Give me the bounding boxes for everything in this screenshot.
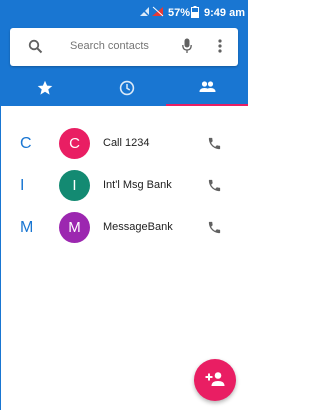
section-letter: I	[20, 177, 25, 194]
contact-name[interactable]: Int'l Msg Bank	[103, 179, 172, 191]
phone-icon[interactable]	[207, 136, 222, 156]
search-input[interactable]: Search contacts	[70, 40, 149, 52]
star-icon	[37, 80, 53, 95]
tab-contacts[interactable]	[166, 70, 248, 106]
tab-favorites[interactable]	[4, 70, 86, 106]
contact-name[interactable]: MessageBank	[103, 221, 173, 233]
app-header: 57% 9:49 am Search contacts	[0, 0, 248, 106]
avatar: C	[59, 128, 90, 159]
no-signal-icon	[139, 6, 150, 20]
people-icon	[199, 81, 216, 92]
mobile-data-icon	[151, 6, 165, 20]
clock-icon	[119, 80, 135, 96]
section-letter: C	[20, 135, 32, 152]
list-item[interactable]: C C Call 1234	[0, 123, 248, 165]
battery-percent: 57%	[168, 7, 191, 19]
section-letter: M	[20, 219, 34, 236]
status-bar: 57% 9:49 am	[0, 0, 248, 26]
battery-icon	[191, 6, 199, 21]
search-icon[interactable]	[28, 39, 43, 59]
tab-recents[interactable]	[86, 70, 168, 106]
avatar: I	[59, 170, 90, 201]
phone-icon[interactable]	[207, 178, 222, 198]
list-item[interactable]: M M MessageBank	[0, 207, 248, 249]
contact-name[interactable]: Call 1234	[103, 137, 149, 149]
more-options-icon[interactable]	[218, 39, 222, 58]
phone-icon[interactable]	[207, 220, 222, 240]
avatar: M	[59, 212, 90, 243]
search-bar[interactable]: Search contacts	[10, 28, 238, 66]
add-person-icon	[205, 372, 225, 386]
add-contact-button[interactable]	[194, 359, 236, 401]
list-item[interactable]: I I Int'l Msg Bank	[0, 165, 248, 207]
tab-bar	[0, 70, 248, 106]
microphone-icon[interactable]	[182, 38, 192, 59]
clock-time: 9:49 am	[204, 7, 245, 19]
